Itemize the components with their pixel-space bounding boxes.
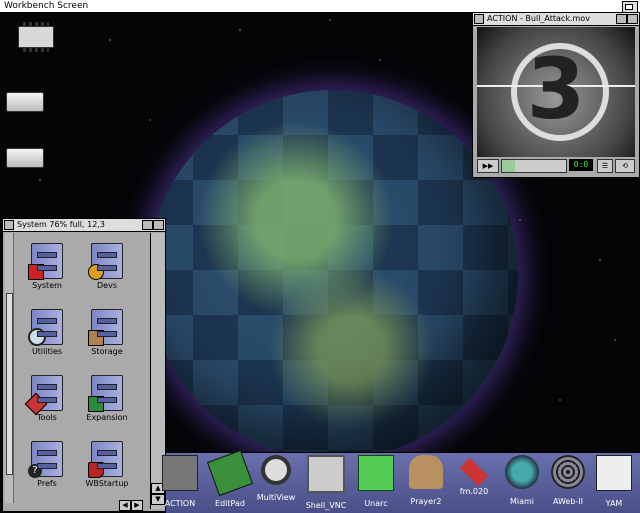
loop-button[interactable]: ⟲ [615, 159, 635, 173]
dock-item-fm020[interactable]: fm.020 [452, 455, 496, 511]
ram-disk-chip-icon[interactable] [18, 22, 54, 52]
boot-icon [88, 462, 104, 478]
scroll-right-button[interactable]: ▶ [131, 500, 143, 511]
timecode-display: 0:0 [569, 159, 593, 171]
sphinx-icon [409, 455, 443, 489]
gears-icon [88, 264, 104, 280]
action-player-icon [162, 455, 198, 491]
dock-item-aweb[interactable]: AWeb-II [546, 455, 590, 511]
drawer-icon [24, 375, 63, 416]
close-gadget[interactable] [474, 14, 484, 24]
icon-label: Storage [91, 347, 123, 356]
dock-label: Shell_VNC [305, 501, 347, 510]
player-title-bar[interactable]: ACTION - Bull_Attack.mov [473, 13, 639, 26]
icon-label: Expansion [86, 413, 128, 422]
icon-label: Prefs [37, 479, 57, 488]
drawer-vertical-scrollbar[interactable] [5, 233, 14, 503]
dock-item-unarc[interactable]: Unarc [354, 455, 398, 511]
playback-controls: ▶▶ 0:0 ☰ ⟲ [477, 159, 635, 173]
system-drawer-window[interactable]: System 76% full, 12,3 System Devs Utilit… [2, 218, 166, 512]
dock-item-editpad[interactable]: EditPad [206, 449, 254, 511]
dock-label: Unarc [364, 499, 388, 508]
magnifier-icon [261, 455, 291, 485]
drawer-icon-expansion[interactable]: Expansion [77, 375, 137, 435]
globe-network-icon [505, 455, 539, 489]
magnifier-icon [28, 328, 46, 346]
movie-player-window[interactable]: ACTION - Bull_Attack.mov 3 ▶▶ 0:0 ☰ ⟲ [472, 12, 640, 178]
drawer-content: System Devs Utilities Storage Tools Expa… [15, 233, 151, 503]
icon-label: WBStartup [85, 479, 129, 488]
drawer-icon-utilities[interactable]: Utilities [17, 309, 77, 369]
question-mark-icon: ? [28, 464, 42, 478]
dock-item-action[interactable]: ACTION [158, 455, 202, 511]
drawer-icon [28, 243, 63, 280]
dock-label: ACTION [164, 499, 196, 508]
dock-label: MultiView [256, 493, 296, 502]
video-frame: 3 [477, 27, 635, 157]
scroll-knob[interactable] [6, 293, 13, 475]
icon-label: Tools [37, 413, 57, 422]
zoom-gadget[interactable] [616, 14, 627, 24]
zoom-gadget[interactable] [142, 220, 153, 230]
icon-label: System [32, 281, 62, 290]
dock-label: Miami [509, 497, 535, 506]
drawer-icon-tools[interactable]: Tools [17, 375, 77, 435]
dock-item-multiview[interactable]: MultiView [254, 455, 298, 511]
red-block-icon [28, 264, 44, 280]
red-tool-icon [459, 457, 489, 487]
drawer-icon [28, 309, 63, 346]
play-button[interactable]: ▶▶ [477, 159, 499, 173]
drawer-icon [88, 243, 123, 280]
dock-item-miami[interactable]: Miami [500, 455, 544, 511]
icon-label: Devs [97, 281, 117, 290]
settings-button[interactable]: ☰ [597, 159, 613, 173]
icon-label: Utilities [31, 347, 63, 356]
circuit-board-icon [88, 396, 104, 412]
drawer-icon [88, 441, 123, 478]
earth-backdrop [148, 90, 518, 460]
notepad-pencil-icon [206, 449, 254, 497]
dock-item-prayer2[interactable]: Prayer2 [404, 455, 448, 511]
web-icon [551, 455, 585, 489]
wrench-icon [24, 392, 48, 416]
shell-window-icon [307, 455, 345, 493]
mailbox-icon [596, 455, 632, 491]
box-icon [88, 330, 104, 346]
drawer-icon-prefs[interactable]: ? Prefs [17, 441, 77, 501]
drawer-title-bar[interactable]: System 76% full, 12,3 [3, 219, 165, 232]
player-title: ACTION - Bull_Attack.mov [487, 14, 590, 23]
dock-label: EditPad [215, 499, 245, 508]
dock-label: Prayer2 [410, 497, 442, 506]
drawer-icon-system[interactable]: System [17, 243, 77, 303]
dock-label: AWeb-II [552, 497, 584, 506]
green-cube-icon [358, 455, 394, 491]
drawer-icon [88, 309, 123, 346]
position-slider[interactable] [501, 159, 567, 173]
hard-drive-icon[interactable] [6, 148, 44, 168]
application-dock: ACTION EditPad MultiView Shell_VNC Unarc… [162, 449, 640, 513]
drawer-icon [88, 375, 123, 412]
countdown-number: 3 [526, 40, 586, 138]
drawer-icon: ? [28, 441, 63, 478]
drawer-icon-storage[interactable]: Storage [77, 309, 137, 369]
dock-label: YAM [605, 499, 623, 508]
drawer-icon-wbstartup[interactable]: WBStartup [77, 441, 137, 501]
scroll-left-button[interactable]: ◀ [119, 500, 131, 511]
screen-title: Workbench Screen [4, 1, 89, 11]
depth-gadget[interactable] [153, 220, 164, 230]
dock-item-yam[interactable]: YAM [592, 455, 636, 511]
dock-label: fm.020 [459, 487, 489, 496]
close-gadget[interactable] [4, 220, 14, 230]
drawer-icon-devs[interactable]: Devs [77, 243, 137, 303]
floppy-drive-icon[interactable] [6, 92, 44, 112]
drawer-title: System 76% full, 12,3 [17, 220, 105, 229]
depth-gadget[interactable] [627, 14, 638, 24]
dock-item-shell-vnc[interactable]: Shell_VNC [304, 455, 348, 511]
